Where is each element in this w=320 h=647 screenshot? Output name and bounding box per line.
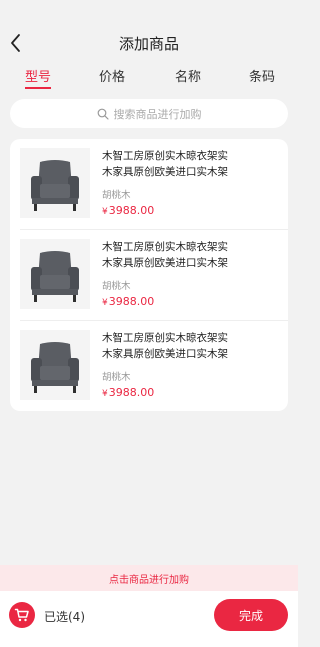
done-button[interactable]: 完成 (214, 599, 288, 631)
tab-price[interactable]: 价格 (99, 66, 125, 85)
page-title: 添加商品 (118, 35, 179, 53)
product-title-line1: 木智工房原创实木晾衣架实 (102, 332, 228, 344)
product-price: ¥3988.00 (102, 204, 154, 217)
product-list: 木智工房原创实木晾衣架实 木家具原创欧美进口实木架 胡桃木 ¥3988.00 木… (10, 139, 288, 411)
product-item[interactable]: 木智工房原创实木晾衣架实 木家具原创欧美进口实木架 胡桃木 ¥3988.00 (10, 321, 288, 411)
tab-model-label: 型号 (25, 70, 52, 85)
product-price: ¥3988.00 (102, 295, 154, 308)
product-material: 胡桃木 (102, 190, 131, 201)
selected-count: 已选(4) (44, 610, 85, 624)
product-image (20, 148, 90, 218)
armchair-icon (20, 148, 90, 218)
product-item[interactable]: 木智工房原创实木晾衣架实 木家具原创欧美进口实木架 胡桃木 ¥3988.00 (10, 139, 288, 230)
price-value: 3988.00 (108, 295, 155, 308)
tab-name[interactable]: 名称 (175, 66, 201, 85)
product-price: ¥3988.00 (102, 386, 154, 399)
product-title-line2: 木家具原创欧美进口实木架 (102, 257, 228, 269)
currency-symbol: ¥ (102, 207, 108, 217)
shopping-cart-icon (14, 608, 29, 622)
product-title-line2: 木家具原创欧美进口实木架 (102, 166, 228, 178)
cart-button[interactable] (9, 602, 35, 628)
search-placeholder: 搜索商品进行加购 (113, 107, 202, 121)
product-image (20, 330, 90, 400)
search-icon (97, 108, 109, 120)
sort-tabs: 型号 价格 名称 条码 (0, 66, 298, 92)
price-value: 3988.00 (108, 204, 155, 217)
add-to-cart-hint: 点击商品进行加购 (0, 565, 298, 591)
product-title-line2: 木家具原创欧美进口实木架 (102, 348, 228, 360)
bottom-bar: 已选(4) 完成 (0, 591, 298, 647)
product-title-line1: 木智工房原创实木晾衣架实 (102, 150, 228, 162)
product-image (20, 239, 90, 309)
armchair-icon (20, 330, 90, 400)
active-tab-indicator (25, 87, 52, 89)
product-title: 木智工房原创实木晾衣架实 木家具原创欧美进口实木架 (102, 148, 280, 180)
currency-symbol: ¥ (102, 389, 108, 399)
price-value: 3988.00 (108, 386, 155, 399)
tab-barcode[interactable]: 条码 (249, 66, 275, 85)
tab-name-label: 名称 (175, 70, 202, 85)
product-item[interactable]: 木智工房原创实木晾衣架实 木家具原创欧美进口实木架 胡桃木 ¥3988.00 (10, 230, 288, 321)
armchair-icon (20, 239, 90, 309)
tab-model[interactable]: 型号 (25, 66, 52, 89)
product-material: 胡桃木 (102, 372, 131, 383)
header: 添加商品 (0, 0, 298, 60)
tab-barcode-label: 条码 (249, 70, 276, 85)
currency-symbol: ¥ (102, 298, 108, 308)
product-title: 木智工房原创实木晾衣架实 木家具原创欧美进口实木架 (102, 330, 280, 362)
tab-price-label: 价格 (99, 70, 126, 85)
product-title: 木智工房原创实木晾衣架实 木家具原创欧美进口实木架 (102, 239, 280, 271)
product-title-line1: 木智工房原创实木晾衣架实 (102, 241, 228, 253)
search-input[interactable]: 搜索商品进行加购 (10, 99, 288, 128)
product-material: 胡桃木 (102, 281, 131, 292)
